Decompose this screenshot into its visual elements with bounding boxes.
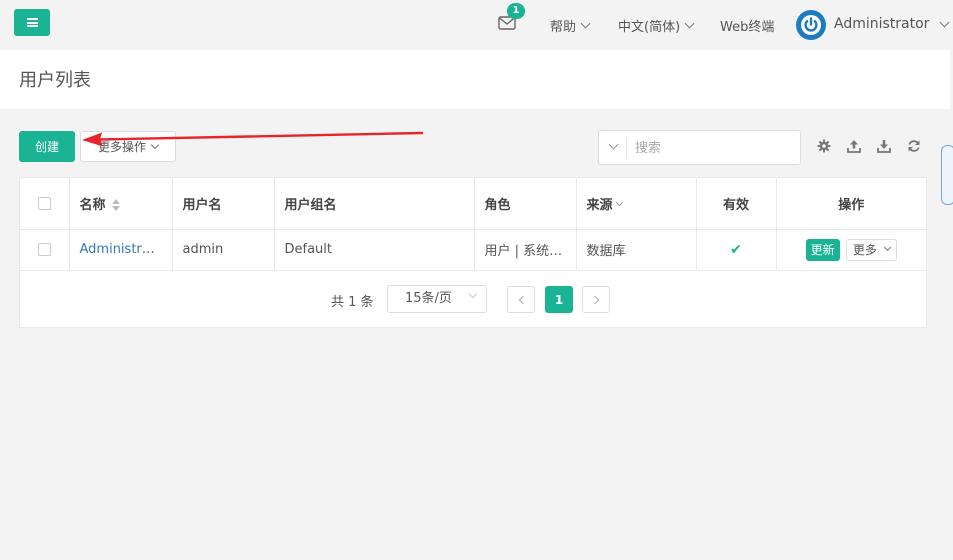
column-header-username: 用户名: [172, 178, 275, 230]
user-menu[interactable]: Administrator: [834, 16, 950, 32]
table-header-row: 名称 用户名 用户组名 角色 来源 有效 操作: [20, 178, 926, 230]
web-terminal-label: Web终端: [720, 20, 775, 35]
top-navbar: 1 帮助 中文(简体) Web终端 Administrator: [0, 0, 953, 50]
page-size-select[interactable]: 15条/页: [387, 285, 487, 313]
select-all-cell: [20, 178, 70, 230]
chevron-down-icon: [580, 18, 591, 29]
page-header: 用户列表: [0, 50, 950, 109]
chevron-left-icon: [518, 295, 527, 304]
help-menu[interactable]: 帮助: [550, 16, 591, 35]
upload-icon[interactable]: [846, 138, 862, 154]
select-all-checkbox[interactable]: [37, 196, 51, 210]
column-header-role: 角色: [474, 178, 577, 230]
refresh-icon[interactable]: [906, 138, 922, 154]
page-button-current[interactable]: 1: [545, 286, 573, 313]
column-header-active: 有效: [696, 178, 777, 230]
page-title: 用户列表: [19, 70, 91, 91]
cell-source: 数据库: [576, 229, 697, 271]
cell-role: 用户 | 系统管理员: [474, 229, 577, 271]
check-icon: ✔: [730, 241, 742, 258]
sort-icon[interactable]: [111, 199, 120, 212]
user-name: Administrator: [834, 16, 930, 32]
table-row: Administrator admin Default 用户 | 系统管理员 数…: [20, 229, 926, 271]
gear-icon[interactable]: [816, 138, 832, 154]
web-terminal-link[interactable]: Web终端: [720, 16, 774, 35]
user-table: 名称 用户名 用户组名 角色 来源 有效 操作 Administrator ad…: [20, 178, 926, 271]
chevron-down-icon: [883, 243, 891, 252]
help-menu-label: 帮助: [550, 20, 577, 35]
column-header-actions: 操作: [776, 178, 926, 230]
page-size-value: 15条/页: [405, 291, 452, 306]
user-table-card: 名称 用户名 用户组名 角色 来源 有效 操作 Administrator ad…: [19, 177, 927, 328]
cell-actions: 更新 更多: [776, 229, 926, 271]
column-header-source[interactable]: 来源: [576, 178, 697, 230]
column-header-group: 用户组名: [274, 178, 475, 230]
cell-username: admin: [172, 229, 275, 271]
download-icon[interactable]: [876, 138, 892, 154]
language-menu[interactable]: 中文(简体): [618, 16, 695, 35]
cell-name: Administrator: [69, 229, 173, 271]
row-more-dropdown[interactable]: 更多: [845, 238, 897, 261]
hamburger-icon: [26, 18, 38, 27]
mail-count-badge: 1: [507, 3, 525, 19]
annotation-arrow-icon: [82, 131, 424, 147]
next-page-button[interactable]: [582, 286, 610, 313]
avatar[interactable]: [796, 10, 826, 40]
menu-toggle-button[interactable]: [14, 9, 50, 36]
update-button[interactable]: 更新: [805, 238, 840, 261]
cell-group: Default: [274, 229, 475, 271]
side-scroll-handle[interactable]: [941, 145, 953, 205]
language-menu-label: 中文(简体): [618, 20, 681, 35]
column-header-source-label: 来源: [586, 197, 613, 213]
search-filter-chevron-icon[interactable]: [608, 139, 619, 150]
column-header-name-label: 名称: [79, 197, 106, 213]
cell-active: ✔: [696, 229, 777, 271]
create-button[interactable]: 创建: [19, 131, 75, 162]
chevron-down-icon: [684, 18, 695, 29]
divider: [626, 138, 627, 158]
chevron-right-icon: [590, 295, 599, 304]
row-select-cell: [20, 229, 70, 271]
search-input[interactable]: [635, 137, 793, 159]
search-box[interactable]: [598, 130, 801, 165]
power-icon: [801, 15, 821, 35]
row-more-label: 更多: [852, 242, 877, 257]
row-checkbox[interactable]: [37, 243, 51, 256]
total-count: 共 1 条: [331, 295, 374, 310]
pagination: 共 1 条 15条/页 1: [20, 285, 926, 315]
chevron-down-icon: [468, 289, 478, 299]
prev-page-button[interactable]: [507, 286, 535, 313]
column-header-name[interactable]: 名称: [69, 178, 173, 230]
chevron-down-icon: [615, 199, 623, 207]
user-name-link[interactable]: Administrator: [80, 242, 169, 257]
chevron-down-icon: [939, 17, 950, 27]
